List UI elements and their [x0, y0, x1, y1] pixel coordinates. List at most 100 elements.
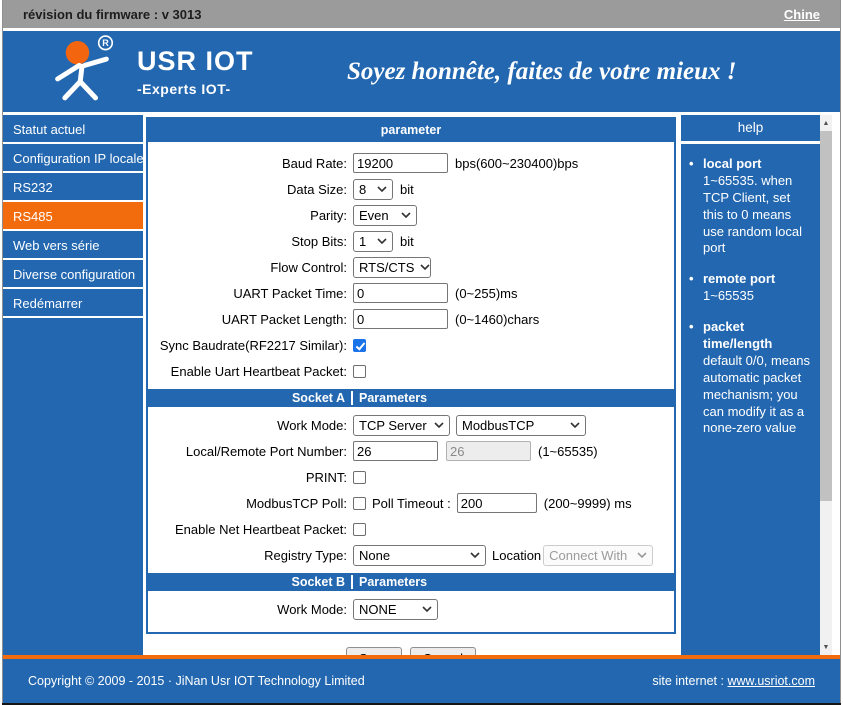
scroll-down-icon[interactable]: ▼ — [820, 639, 832, 655]
local-port-input[interactable] — [353, 441, 438, 461]
work-mode-b-label: Work Mode: — [277, 601, 347, 617]
help-panel: help • local port 1~65535. when TCP Clien… — [681, 115, 820, 655]
net-heartbeat-label: Enable Net Heartbeat Packet: — [175, 521, 347, 537]
work-mode-a-select[interactable]: TCP Server — [353, 414, 450, 436]
parameter-form: parameter Baud Rate: bps(600~230400)bps … — [146, 117, 676, 634]
stop-bits-row: Stop Bits: 1 bit — [148, 230, 674, 252]
sync-baudrate-checkbox[interactable] — [353, 338, 366, 352]
content-area: Statut actuel Configuration IP locale RS… — [3, 115, 840, 670]
uart-packet-length-row: UART Packet Length: (0~1460)chars — [148, 308, 674, 330]
work-mode-a-label: Work Mode: — [277, 417, 347, 433]
stop-bits-select[interactable]: 1 — [353, 230, 393, 252]
sidebar-item-diverse-configuration[interactable]: Diverse configuration — [3, 260, 143, 289]
sidebar-item-configuration-ip-locale[interactable]: Configuration IP locale — [3, 144, 143, 173]
footer: Copyright © 2009 - 2015 · JiNan Usr IOT … — [3, 655, 840, 703]
uart-packet-time-input[interactable] — [353, 283, 448, 303]
vertical-scrollbar[interactable]: ▲ ▼ — [820, 115, 832, 655]
stop-bits-hint: bit — [400, 233, 414, 249]
uart-packet-length-hint: (0~1460)chars — [455, 311, 540, 327]
sidebar-nav: Statut actuel Configuration IP locale RS… — [3, 115, 143, 655]
print-row: PRINT: — [148, 466, 674, 488]
help-item-local-port: • local port 1~65535. when TCP Client, se… — [689, 156, 814, 257]
chevron-down-icon — [377, 238, 387, 244]
flow-control-label: Flow Control: — [270, 259, 347, 275]
help-item-remote-port: • remote port 1~65535 — [689, 271, 814, 305]
help-item-body: default 0/0, means automatic packet mech… — [703, 352, 810, 436]
help-item-packet-time-length: • packet time/length default 0/0, means a… — [689, 319, 814, 437]
help-item-title: local port — [703, 156, 762, 171]
baud-rate-input[interactable] — [353, 153, 448, 173]
parity-row: Parity: Even — [148, 204, 674, 226]
flow-control-select[interactable]: RTS/CTS — [353, 256, 431, 278]
panel-title: parameter — [148, 119, 674, 142]
flow-control-row: Flow Control: RTS/CTS — [148, 256, 674, 278]
work-mode-a-row: Work Mode: TCP Server ModbusTCP — [148, 414, 674, 436]
bullet-icon: • — [689, 271, 694, 287]
language-link-chine[interactable]: Chine — [784, 7, 820, 22]
bullet-icon: • — [689, 319, 694, 335]
location-label: Location — [492, 547, 542, 563]
help-item-title: packet time/length — [703, 319, 773, 352]
header-tagline: Soyez honnête, faites de votre mieux ! — [346, 57, 737, 85]
uart-heartbeat-checkbox[interactable] — [353, 364, 366, 378]
uart-packet-time-row: UART Packet Time: (0~255)ms — [148, 282, 674, 304]
modbus-poll-label: ModbusTCP Poll: — [246, 495, 347, 511]
socket-a-header: Socket A Parameters — [148, 389, 674, 407]
print-label: PRINT: — [305, 469, 347, 485]
print-checkbox[interactable] — [353, 470, 366, 484]
socket-a-title: Socket A — [148, 391, 353, 405]
poll-timeout-input[interactable] — [456, 493, 537, 513]
parity-select[interactable]: Even — [353, 204, 417, 226]
work-mode-b-select[interactable]: NONE — [353, 598, 438, 620]
port-number-hint: (1~65535) — [538, 443, 598, 459]
registry-type-select[interactable]: None — [353, 544, 486, 566]
uart-packet-time-label: UART Packet Time: — [233, 285, 347, 301]
work-mode-a-protocol-select[interactable]: ModbusTCP — [456, 414, 586, 436]
port-number-row: Local/Remote Port Number: (1~65535) — [148, 440, 674, 462]
scroll-up-icon[interactable]: ▲ — [820, 115, 832, 131]
modbus-poll-checkbox[interactable] — [353, 496, 366, 510]
uart-packet-length-input[interactable] — [353, 309, 448, 329]
sidebar-item-web-vers-serie[interactable]: Web vers série — [3, 231, 143, 260]
brand-block: USR IOT -Experts IOT- — [137, 46, 254, 97]
site-label: site internet : — [652, 674, 724, 688]
baud-rate-label: Baud Rate: — [281, 155, 347, 171]
data-size-select[interactable]: 8 — [353, 178, 393, 200]
sync-baudrate-row: Sync Baudrate(RF2217 Similar): — [148, 334, 674, 356]
chevron-down-icon — [637, 552, 647, 558]
sidebar-item-rs232[interactable]: RS232 — [3, 173, 143, 202]
location-select: Connect With — [543, 544, 654, 566]
chevron-down-icon — [434, 422, 444, 428]
chevron-down-icon — [470, 552, 480, 558]
right-margin — [832, 115, 840, 655]
topbar: révision du firmware : v 3013 Chine — [3, 0, 840, 28]
poll-timeout-label: Poll Timeout : — [372, 495, 451, 511]
sync-baudrate-label: Sync Baudrate(RF2217 Similar): — [159, 337, 347, 353]
net-heartbeat-checkbox[interactable] — [353, 522, 366, 536]
page-frame: révision du firmware : v 3013 Chine R US… — [2, 0, 841, 703]
sidebar-item-redemarrer[interactable]: Redémarrer — [3, 289, 143, 318]
copyright-text: Copyright © 2009 - 2015 · JiNan Usr IOT … — [28, 674, 365, 688]
data-size-hint: bit — [400, 181, 414, 197]
help-item-body: 1~65535 — [703, 288, 754, 304]
brand-title: USR IOT — [137, 46, 254, 76]
uart-packet-length-label: UART Packet Length: — [221, 311, 347, 327]
main-panel: parameter Baud Rate: bps(600~230400)bps … — [146, 115, 676, 670]
socket-b-header: Socket B Parameters — [148, 573, 674, 591]
uart-heartbeat-row: Enable Uart Heartbeat Packet: — [148, 360, 674, 382]
bullet-icon: • — [689, 156, 694, 171]
svg-text:R: R — [102, 38, 109, 48]
sidebar-item-statut-actuel[interactable]: Statut actuel — [3, 115, 143, 144]
scrollbar-thumb[interactable] — [820, 131, 832, 501]
socket-a-subtitle: Parameters — [359, 391, 428, 405]
help-item-body: 1~65535. when TCP Client, set this to 0 … — [703, 172, 802, 256]
sidebar-item-rs485[interactable]: RS485 — [3, 202, 143, 231]
chevron-down-icon — [422, 606, 432, 612]
chevron-down-icon — [570, 422, 580, 428]
socket-b-subtitle: Parameters — [359, 575, 428, 589]
registry-type-label: Registry Type: — [264, 547, 347, 563]
poll-timeout-hint: (200~9999) ms — [543, 495, 632, 511]
header: R USR IOT -Experts IOT- Soyez honnête, f… — [3, 31, 840, 112]
usriot-site-link[interactable]: www.usriot.com — [727, 674, 815, 688]
chevron-down-icon — [420, 264, 430, 270]
